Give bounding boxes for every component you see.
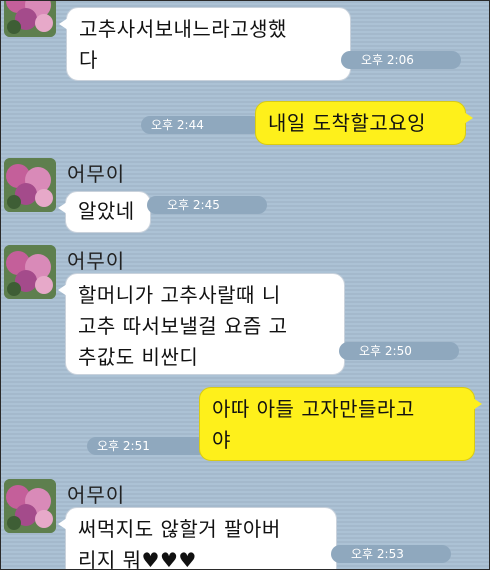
sender-avatar[interactable] [4,245,56,299]
message-bubble-incoming[interactable]: 고추사서보내느라고생했 다 [59,7,351,81]
sender-name: 어무이 [67,162,126,186]
message-text: 알았네 [78,199,135,223]
message-text: 아따 아들 고자만들라고 야 [212,397,415,452]
message-text: 할머니가 고추사랄때 니 고추 따서보낼걸 요즘 고 추값도 비싼디 [78,283,288,369]
message-timestamp: 오후 2:06 [341,51,461,69]
hydrangea-icon [4,245,56,299]
sender-avatar[interactable] [4,479,56,533]
message-bubble-incoming[interactable]: 할머니가 고추사랄때 니 고추 따서보낼걸 요즘 고 추값도 비싼디 [58,273,345,375]
message-text: 내일 도착할고요잉 [268,111,427,135]
message-bubble-incoming[interactable]: 알았네 [58,191,151,233]
message-bubble-outgoing[interactable]: 아따 아들 고자만들라고 야 [199,387,482,461]
message-timestamp: 오후 2:53 [331,545,451,563]
message-bubble-outgoing[interactable]: 내일 도착할고요잉 [255,101,473,145]
message-timestamp: 오후 2:50 [339,342,459,360]
message-timestamp: 오후 2:51 [87,437,207,455]
hydrangea-icon [4,479,56,533]
hydrangea-icon [4,158,56,212]
sender-avatar[interactable] [4,1,56,37]
message-text: 써먹지도 않할거 팔아버 리지 뭐♥♥♥ [78,517,281,570]
sender-name: 어무이 [67,483,126,507]
message-timestamp: 오후 2:44 [141,116,261,134]
sender-name: 어무이 [67,249,126,273]
message-text: 고추사서보내느라고생했 다 [79,17,287,72]
sender-avatar[interactable] [4,158,56,212]
hydrangea-icon [4,1,56,37]
message-timestamp: 오후 2:45 [147,196,267,214]
message-bubble-incoming[interactable]: 써먹지도 않할거 팔아버 리지 뭐♥♥♥ [58,507,337,570]
chat-window[interactable]: 고추사서보내느라고생했 다 오후 2:06 오후 2:44 내일 도착할고요잉 … [0,0,490,570]
